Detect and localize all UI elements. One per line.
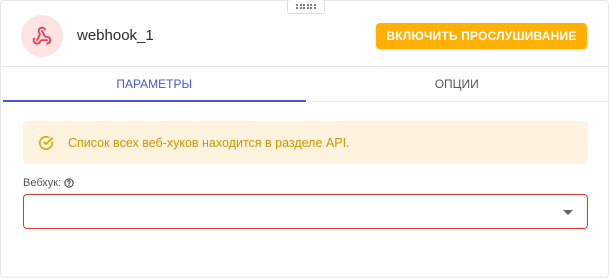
- webhook-node-panel: webhook_1 ВКЛЮЧИТЬ ПРОСЛУШИВАНИЕ ПАРАМЕТ…: [0, 0, 609, 278]
- webhook-field-label: Вебхук:: [23, 177, 74, 189]
- chevron-down-icon[interactable]: [563, 210, 573, 215]
- notice-text: Список всех веб-хуков находится в раздел…: [68, 135, 350, 150]
- webhook-select[interactable]: [23, 194, 588, 229]
- webhook-label-text: Вебхук:: [23, 177, 62, 189]
- check-circle-icon: [39, 135, 53, 150]
- webhook-icon: [32, 26, 52, 45]
- tab-options[interactable]: ОПЦИИ: [306, 67, 609, 101]
- start-listening-button[interactable]: ВКЛЮЧИТЬ ПРОСЛУШИВАНИЕ: [376, 23, 587, 49]
- node-title: webhook_1: [77, 27, 154, 44]
- help-circle-icon[interactable]: [64, 178, 74, 188]
- avatar: [21, 15, 63, 57]
- tab-parameters[interactable]: ПАРАМЕТРЫ: [3, 67, 306, 102]
- tab-bar: ПАРАМЕТРЫ ОПЦИИ: [3, 67, 608, 102]
- node-header: webhook_1 ВКЛЮЧИТЬ ПРОСЛУШИВАНИЕ: [1, 1, 608, 67]
- info-notice: Список всех веб-хуков находится в раздел…: [23, 121, 588, 164]
